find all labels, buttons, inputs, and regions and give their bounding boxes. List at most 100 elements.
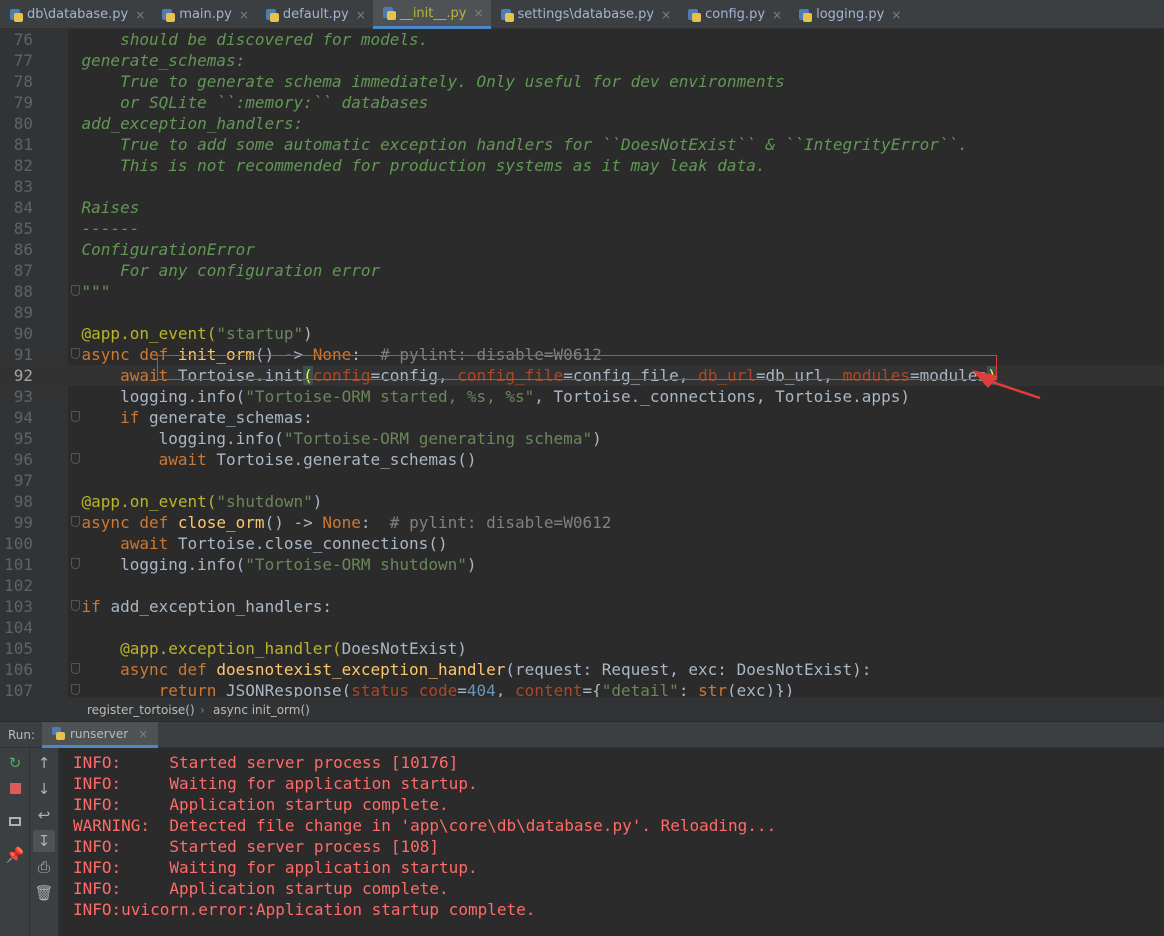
line-number: 92 xyxy=(13,366,33,385)
code-text: await Tortoise.generate_schemas() xyxy=(43,449,477,470)
code-token: close_orm xyxy=(177,513,265,532)
code-token: @app.on_event( xyxy=(43,492,217,511)
code-text: await Tortoise.close_connections() xyxy=(43,533,448,554)
tab-runserver[interactable]: runserver × xyxy=(42,722,159,748)
code-token: str xyxy=(698,681,727,697)
code-line[interactable]: 83 xyxy=(0,176,1164,197)
stop-icon[interactable] xyxy=(4,778,26,800)
breadcrumb-item-init-orm[interactable]: async init_orm() xyxy=(213,703,310,717)
code-line[interactable]: 99 async def close_orm() -> None: # pyli… xyxy=(0,512,1164,533)
line-number: 77 xyxy=(13,51,33,70)
line-number: 95 xyxy=(13,429,33,448)
code-line[interactable]: 89 xyxy=(0,302,1164,323)
pin-icon[interactable]: 📌 xyxy=(4,844,26,866)
code-text: True to generate schema immediately. Onl… xyxy=(43,71,785,92)
code-token: ) xyxy=(303,324,313,343)
code-text: logging.info("Tortoise-ORM started, %s, … xyxy=(43,386,910,407)
code-line[interactable]: 100 await Tortoise.close_connections() xyxy=(0,533,1164,554)
close-tab-icon[interactable]: × xyxy=(772,8,782,22)
line-number: 101 xyxy=(4,555,33,574)
trash-icon[interactable]: 🗑 xyxy=(33,882,55,904)
code-line[interactable]: 106 async def doesnotexist_exception_han… xyxy=(0,659,1164,680)
code-line[interactable]: 90 @app.on_event("startup") xyxy=(0,323,1164,344)
code-line[interactable]: 81 True to add some automatic exception … xyxy=(0,134,1164,155)
editor-tab[interactable]: settings\database.py × xyxy=(491,0,679,29)
line-number: 106 xyxy=(4,660,33,679)
code-line[interactable]: 103 if add_exception_handlers: xyxy=(0,596,1164,617)
editor-tab[interactable]: __init__.py × xyxy=(372,0,491,29)
editor-tab[interactable]: default.py × xyxy=(256,0,373,29)
code-line[interactable]: 105 @app.exception_handler(DoesNotExist) xyxy=(0,638,1164,659)
code-token: doesnotexist_exception_handler xyxy=(216,660,506,679)
scroll-to-end-icon[interactable]: ↧ xyxy=(33,830,55,852)
editor-tab[interactable]: config.py × xyxy=(678,0,789,29)
tab-label: main.py xyxy=(179,7,232,22)
down-arrow-icon[interactable]: ↓ xyxy=(33,778,55,800)
python-file-icon xyxy=(500,8,514,22)
code-line[interactable]: 98 @app.on_event("shutdown") xyxy=(0,491,1164,512)
code-token: DoesNotExist) xyxy=(341,639,467,658)
code-line[interactable]: 85 ------ xyxy=(0,218,1164,239)
code-text: return JSONResponse(status_code=404, con… xyxy=(43,680,795,697)
code-line[interactable]: 86 ConfigurationError xyxy=(0,239,1164,260)
line-number: 91 xyxy=(13,345,33,364)
close-tab-icon[interactable]: × xyxy=(239,8,249,22)
code-line[interactable]: 76 should be discovered for models. xyxy=(0,29,1164,50)
soft-wrap-icon[interactable]: ↩ xyxy=(33,804,55,826)
python-file-icon xyxy=(799,8,813,22)
code-text: @app.exception_handler(DoesNotExist) xyxy=(43,638,467,659)
code-token: True to add some automatic exception han… xyxy=(43,135,968,154)
editor-tab[interactable]: main.py × xyxy=(152,0,256,29)
line-number: 103 xyxy=(4,597,33,616)
code-token: ={ xyxy=(582,681,602,697)
editor-tab[interactable]: db\database.py × xyxy=(0,0,152,29)
code-line[interactable]: 97 xyxy=(0,470,1164,491)
code-token: async def xyxy=(43,660,217,679)
code-line[interactable]: 104 xyxy=(0,617,1164,638)
close-tab-icon[interactable]: × xyxy=(891,8,901,22)
code-text: generate_schemas: xyxy=(43,50,246,71)
print-icon[interactable]: ⎙ xyxy=(33,856,55,878)
code-token: logging.info( xyxy=(43,555,246,574)
code-line[interactable]: 88 """ xyxy=(0,281,1164,302)
code-line[interactable]: 82 This is not recommended for productio… xyxy=(0,155,1164,176)
tab-label: settings\database.py xyxy=(517,7,655,22)
code-line[interactable]: 79 or SQLite ``:memory:`` databases xyxy=(0,92,1164,113)
code-line[interactable]: 96 await Tortoise.generate_schemas() xyxy=(0,449,1164,470)
rerun-icon[interactable]: ↻ xyxy=(4,752,26,774)
close-tab-icon[interactable]: × xyxy=(473,6,483,20)
code-token: Raises xyxy=(43,198,140,217)
code-line[interactable]: 94 if generate_schemas: xyxy=(0,407,1164,428)
up-arrow-icon[interactable]: ↑ xyxy=(33,752,55,774)
close-tab-icon[interactable]: × xyxy=(661,8,671,22)
code-line[interactable]: 80 add_exception_handlers: xyxy=(0,113,1164,134)
code-token: generate_schemas: xyxy=(43,51,246,70)
close-tab-icon[interactable]: × xyxy=(356,8,366,22)
code-token: () -> xyxy=(264,513,323,532)
code-line[interactable]: 95 logging.info("Tortoise-ORM generating… xyxy=(0,428,1164,449)
line-number: 88 xyxy=(13,282,33,301)
editor-tab[interactable]: logging.py × xyxy=(789,0,908,29)
code-text: should be discovered for models. xyxy=(43,29,428,50)
code-line[interactable]: 107 return JSONResponse(status_code=404,… xyxy=(0,680,1164,697)
code-line[interactable]: 101 logging.info("Tortoise-ORM shutdown"… xyxy=(0,554,1164,575)
code-line[interactable]: 78 True to generate schema immediately. … xyxy=(0,71,1164,92)
code-line[interactable]: 102 xyxy=(0,575,1164,596)
code-line[interactable]: 84 Raises xyxy=(0,197,1164,218)
code-token: @app.exception_handler( xyxy=(43,639,342,658)
python-file-icon xyxy=(162,8,176,22)
code-token: "Tortoise-ORM started, %s, %s" xyxy=(245,387,535,406)
code-token: @app.on_event( xyxy=(43,324,217,343)
breadcrumb-item-register-tortoise[interactable]: register_tortoise() xyxy=(87,703,195,717)
tab-label: logging.py xyxy=(816,7,885,22)
close-tab-icon[interactable]: × xyxy=(135,8,145,22)
close-tab-icon[interactable]: × xyxy=(138,727,148,741)
code-token: logging.info( xyxy=(43,387,246,406)
layout-icon[interactable] xyxy=(4,810,26,832)
line-number: 96 xyxy=(13,450,33,469)
code-line[interactable]: 77 generate_schemas: xyxy=(0,50,1164,71)
line-number: 104 xyxy=(4,618,33,637)
code-line[interactable]: 87 For any configuration error xyxy=(0,260,1164,281)
code-token: await xyxy=(43,534,178,553)
code-token: await xyxy=(43,450,217,469)
